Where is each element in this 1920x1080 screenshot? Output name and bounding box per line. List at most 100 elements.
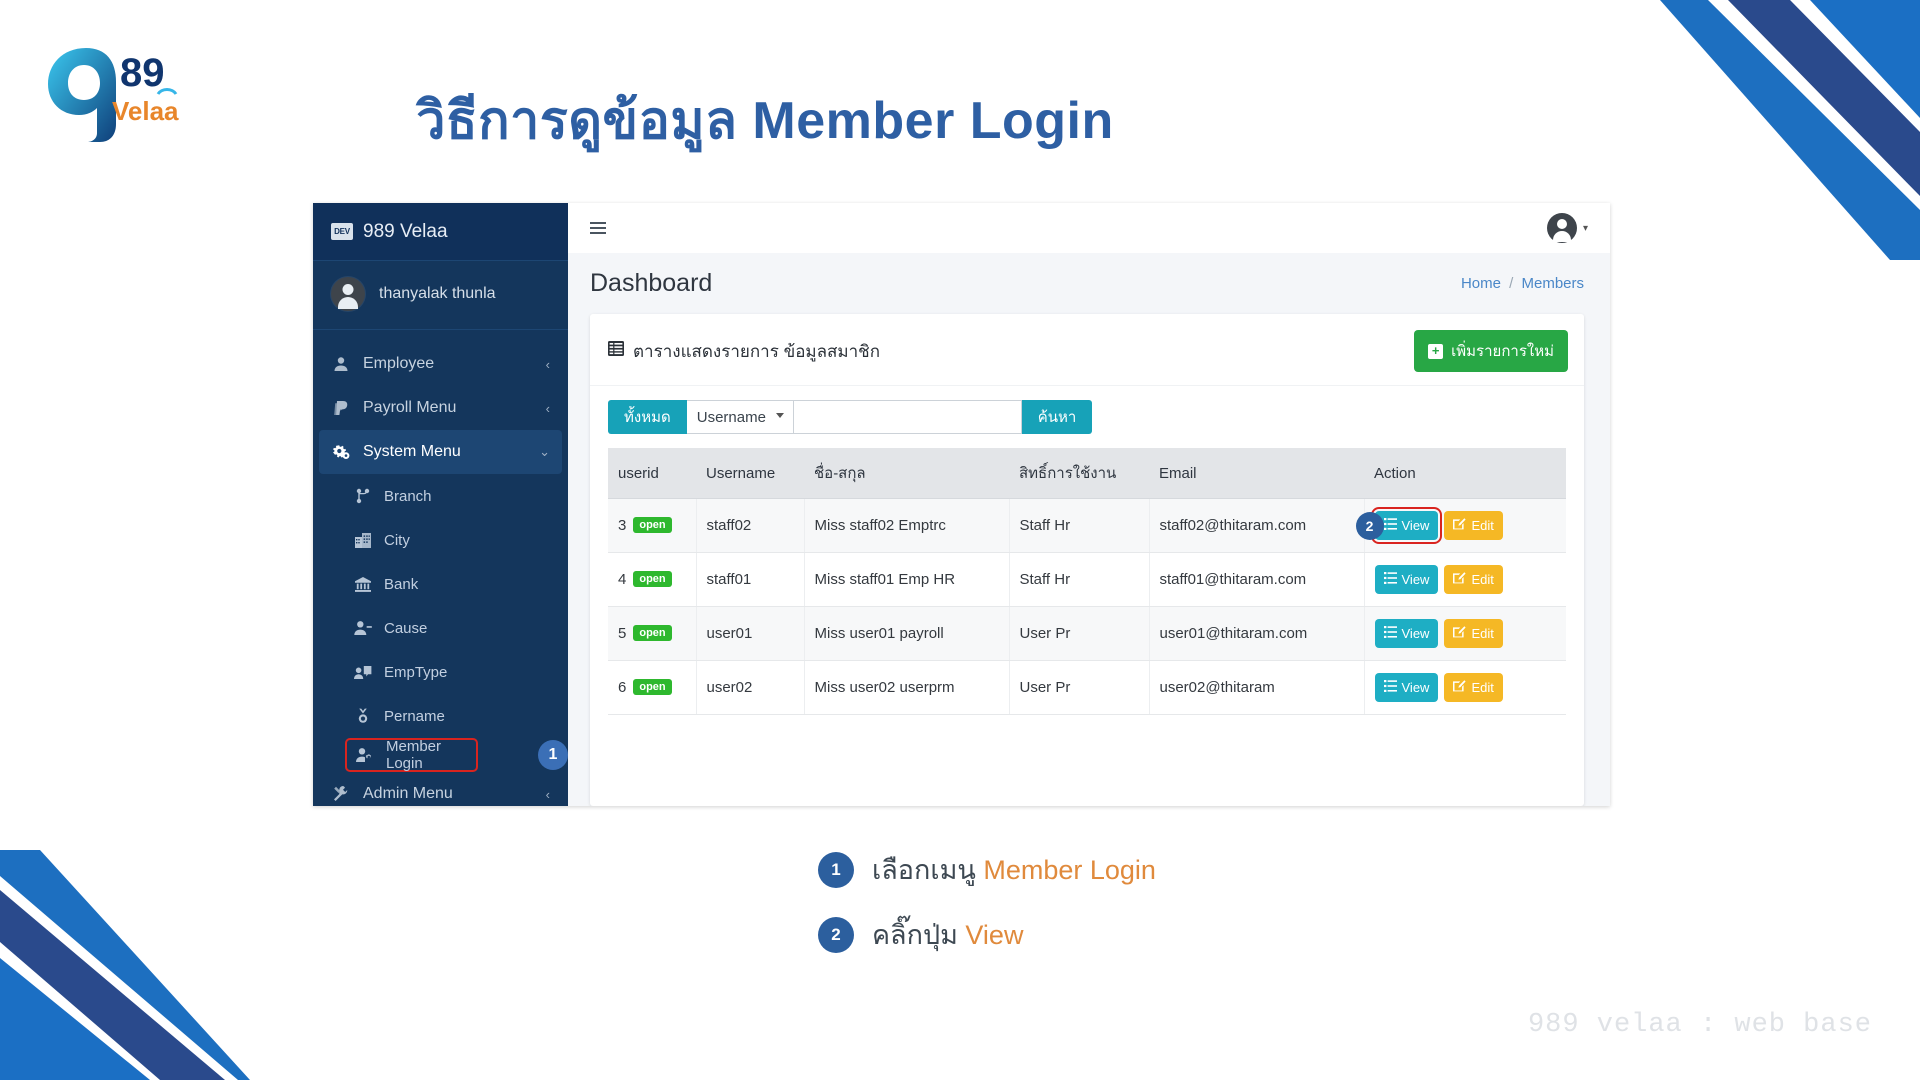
action-buttons: View Edit — [1374, 673, 1557, 702]
cell-role: Staff Hr — [1009, 552, 1150, 607]
step-text-plain: คลิ๊กปุ่ม — [872, 920, 966, 950]
field-select[interactable]: Username — [686, 400, 794, 434]
sidebar-user[interactable]: thanyalak thunla — [313, 261, 568, 330]
cell-userid: 4 open — [608, 552, 697, 607]
pencil-square-icon — [1453, 680, 1467, 695]
edit-button[interactable]: Edit — [1444, 673, 1503, 702]
table-row: 5 open user01 Miss user01 payroll User Pr use… — [608, 606, 1566, 661]
page-title: วิธีการดูข้อมูล Member Login — [416, 92, 1114, 150]
bank-icon — [353, 576, 373, 592]
hamburger-icon[interactable] — [590, 222, 606, 234]
sidebar-item-city[interactable]: City — [313, 518, 568, 562]
breadcrumb-members[interactable]: Members — [1521, 275, 1584, 292]
emptype-icon — [353, 665, 373, 680]
view-button[interactable]: View — [1374, 619, 1439, 648]
cell-action: View Edit — [1364, 498, 1566, 553]
branch-icon — [353, 488, 373, 504]
avatar — [331, 277, 365, 311]
step-2: 2 คลิ๊กปุ่ม View — [818, 913, 1156, 956]
step-badge-1: 1 — [538, 740, 568, 770]
edit-button[interactable]: Edit — [1444, 565, 1503, 594]
topbar-user-menu[interactable]: ▾ — [1546, 213, 1588, 243]
cell-fullname: Miss user01 payroll — [804, 606, 1010, 661]
dashboard-title: Dashboard — [590, 269, 713, 297]
pername-icon — [353, 708, 373, 724]
table-head: userid Username ชื่อ-สกุล สิทธิ์การใช้งา… — [608, 448, 1566, 499]
action-buttons: View Edit — [1374, 565, 1557, 594]
breadcrumb: Home / Members — [1461, 275, 1584, 292]
edit-button[interactable]: Edit — [1444, 511, 1503, 540]
step-text: คลิ๊กปุ่ม View — [872, 913, 1023, 956]
cell-userid: 3 open — [608, 498, 697, 553]
sidebar-item-admin-menu[interactable]: Admin Menu ‹ — [313, 772, 568, 806]
status-badge: open — [633, 679, 672, 695]
avatar — [1546, 213, 1577, 243]
sidebar-item-emptype[interactable]: EmpType — [313, 650, 568, 694]
pencil-square-icon — [1453, 626, 1467, 641]
steps-legend: 1 เลือกเมนู Member Login 2 คลิ๊กปุ่ม Vie… — [818, 848, 1156, 978]
paypal-icon — [331, 400, 351, 416]
sidebar-item-member-login[interactable]: Member Login — [345, 738, 478, 772]
list-icon — [1383, 518, 1397, 533]
filter-bar: ทั้งหมด Username ค้นหา — [590, 386, 1584, 444]
cell-email: staff01@thitaram.com — [1149, 552, 1365, 607]
edit-label: Edit — [1471, 518, 1494, 533]
sidebar-item-employee[interactable]: Employee ‹ — [313, 342, 568, 386]
sidebar-item-system-menu[interactable]: System Menu ⌄ — [319, 430, 562, 474]
action-buttons: View Edit — [1374, 619, 1557, 648]
sidebar: DEV 989 Velaa thanyalak thunla Employee … — [313, 203, 568, 806]
field-select-wrap: Username — [686, 400, 794, 434]
list-icon — [1383, 680, 1397, 695]
step-number: 2 — [818, 916, 854, 953]
cell-email: user02@thitaram — [1149, 660, 1365, 715]
sidebar-item-label: Member Login — [386, 738, 442, 772]
cell-action: View Edit — [1364, 606, 1566, 661]
view-label: View — [1401, 572, 1430, 587]
main-content: ▾ Dashboard Home / Members ตารางแสดงรายก… — [568, 203, 1610, 806]
show-all-button[interactable]: ทั้งหมด — [608, 400, 687, 434]
sidebar-item-pername[interactable]: Pername — [313, 694, 568, 738]
view-button[interactable]: View — [1370, 507, 1443, 544]
search-button[interactable]: ค้นหา — [1021, 400, 1093, 434]
members-table: userid Username ชื่อ-สกุล สิทธิ์การใช้งา… — [608, 448, 1566, 715]
view-button[interactable]: View — [1374, 565, 1439, 594]
edit-label: Edit — [1471, 680, 1494, 695]
list-icon — [1383, 572, 1397, 587]
breadcrumb-separator: / — [1509, 275, 1514, 292]
cell-username: staff01 — [696, 552, 805, 607]
view-button[interactable]: View — [1374, 673, 1439, 702]
member-login-row: Member Login 1 — [313, 738, 568, 772]
view-label: View — [1401, 680, 1430, 695]
card-title-text: ตารางแสดงรายการ ข้อมูลสมาชิก — [633, 341, 880, 361]
sidebar-item-label: Branch — [384, 487, 432, 505]
col-role: สิทธิ์การใช้งาน — [1009, 448, 1149, 499]
col-fullname: ชื่อ-สกุล — [804, 448, 1009, 499]
sidebar-item-cause[interactable]: Cause — [313, 606, 568, 650]
sidebar-item-label: City — [384, 531, 410, 549]
cell-username: user01 — [696, 606, 805, 661]
breadcrumb-home[interactable]: Home — [1461, 275, 1501, 292]
chevron-left-icon: ‹ — [545, 400, 550, 416]
table-row: 4 open staff01 Miss staff01 Emp HR Staff Hr s… — [608, 552, 1566, 607]
sidebar-item-label: Admin Menu — [363, 785, 453, 802]
sidebar-item-branch[interactable]: Branch — [313, 474, 568, 518]
sidebar-nav: Employee ‹ Payroll Menu ‹ System Menu ⌄ … — [313, 330, 568, 806]
user-gear-icon — [355, 747, 375, 763]
table-row: 3 open staff02 Miss staff02 Emptrc Staff Hr s… — [608, 498, 1566, 553]
userid-value: 5 — [618, 625, 627, 642]
add-item-button[interactable]: + เพิ่มรายการใหม่ — [1414, 330, 1568, 372]
tools-icon — [331, 786, 351, 802]
sidebar-item-bank[interactable]: Bank — [313, 562, 568, 606]
col-userid: userid — [608, 448, 696, 499]
edit-button[interactable]: Edit — [1444, 619, 1503, 648]
cell-fullname: Miss user02 userprm — [804, 660, 1010, 715]
status-badge: open — [633, 571, 672, 587]
step-text-highlight: Member Login — [983, 855, 1156, 885]
sidebar-brand[interactable]: DEV 989 Velaa — [313, 203, 568, 261]
sidebar-item-payroll-menu[interactable]: Payroll Menu ‹ — [313, 386, 568, 430]
pencil-square-icon — [1453, 518, 1467, 533]
chevron-down-icon: ⌄ — [539, 444, 550, 459]
search-input[interactable] — [793, 400, 1022, 434]
table-header-row: userid Username ชื่อ-สกุล สิทธิ์การใช้งา… — [608, 448, 1566, 499]
chevron-down-icon: ▾ — [1582, 222, 1588, 234]
